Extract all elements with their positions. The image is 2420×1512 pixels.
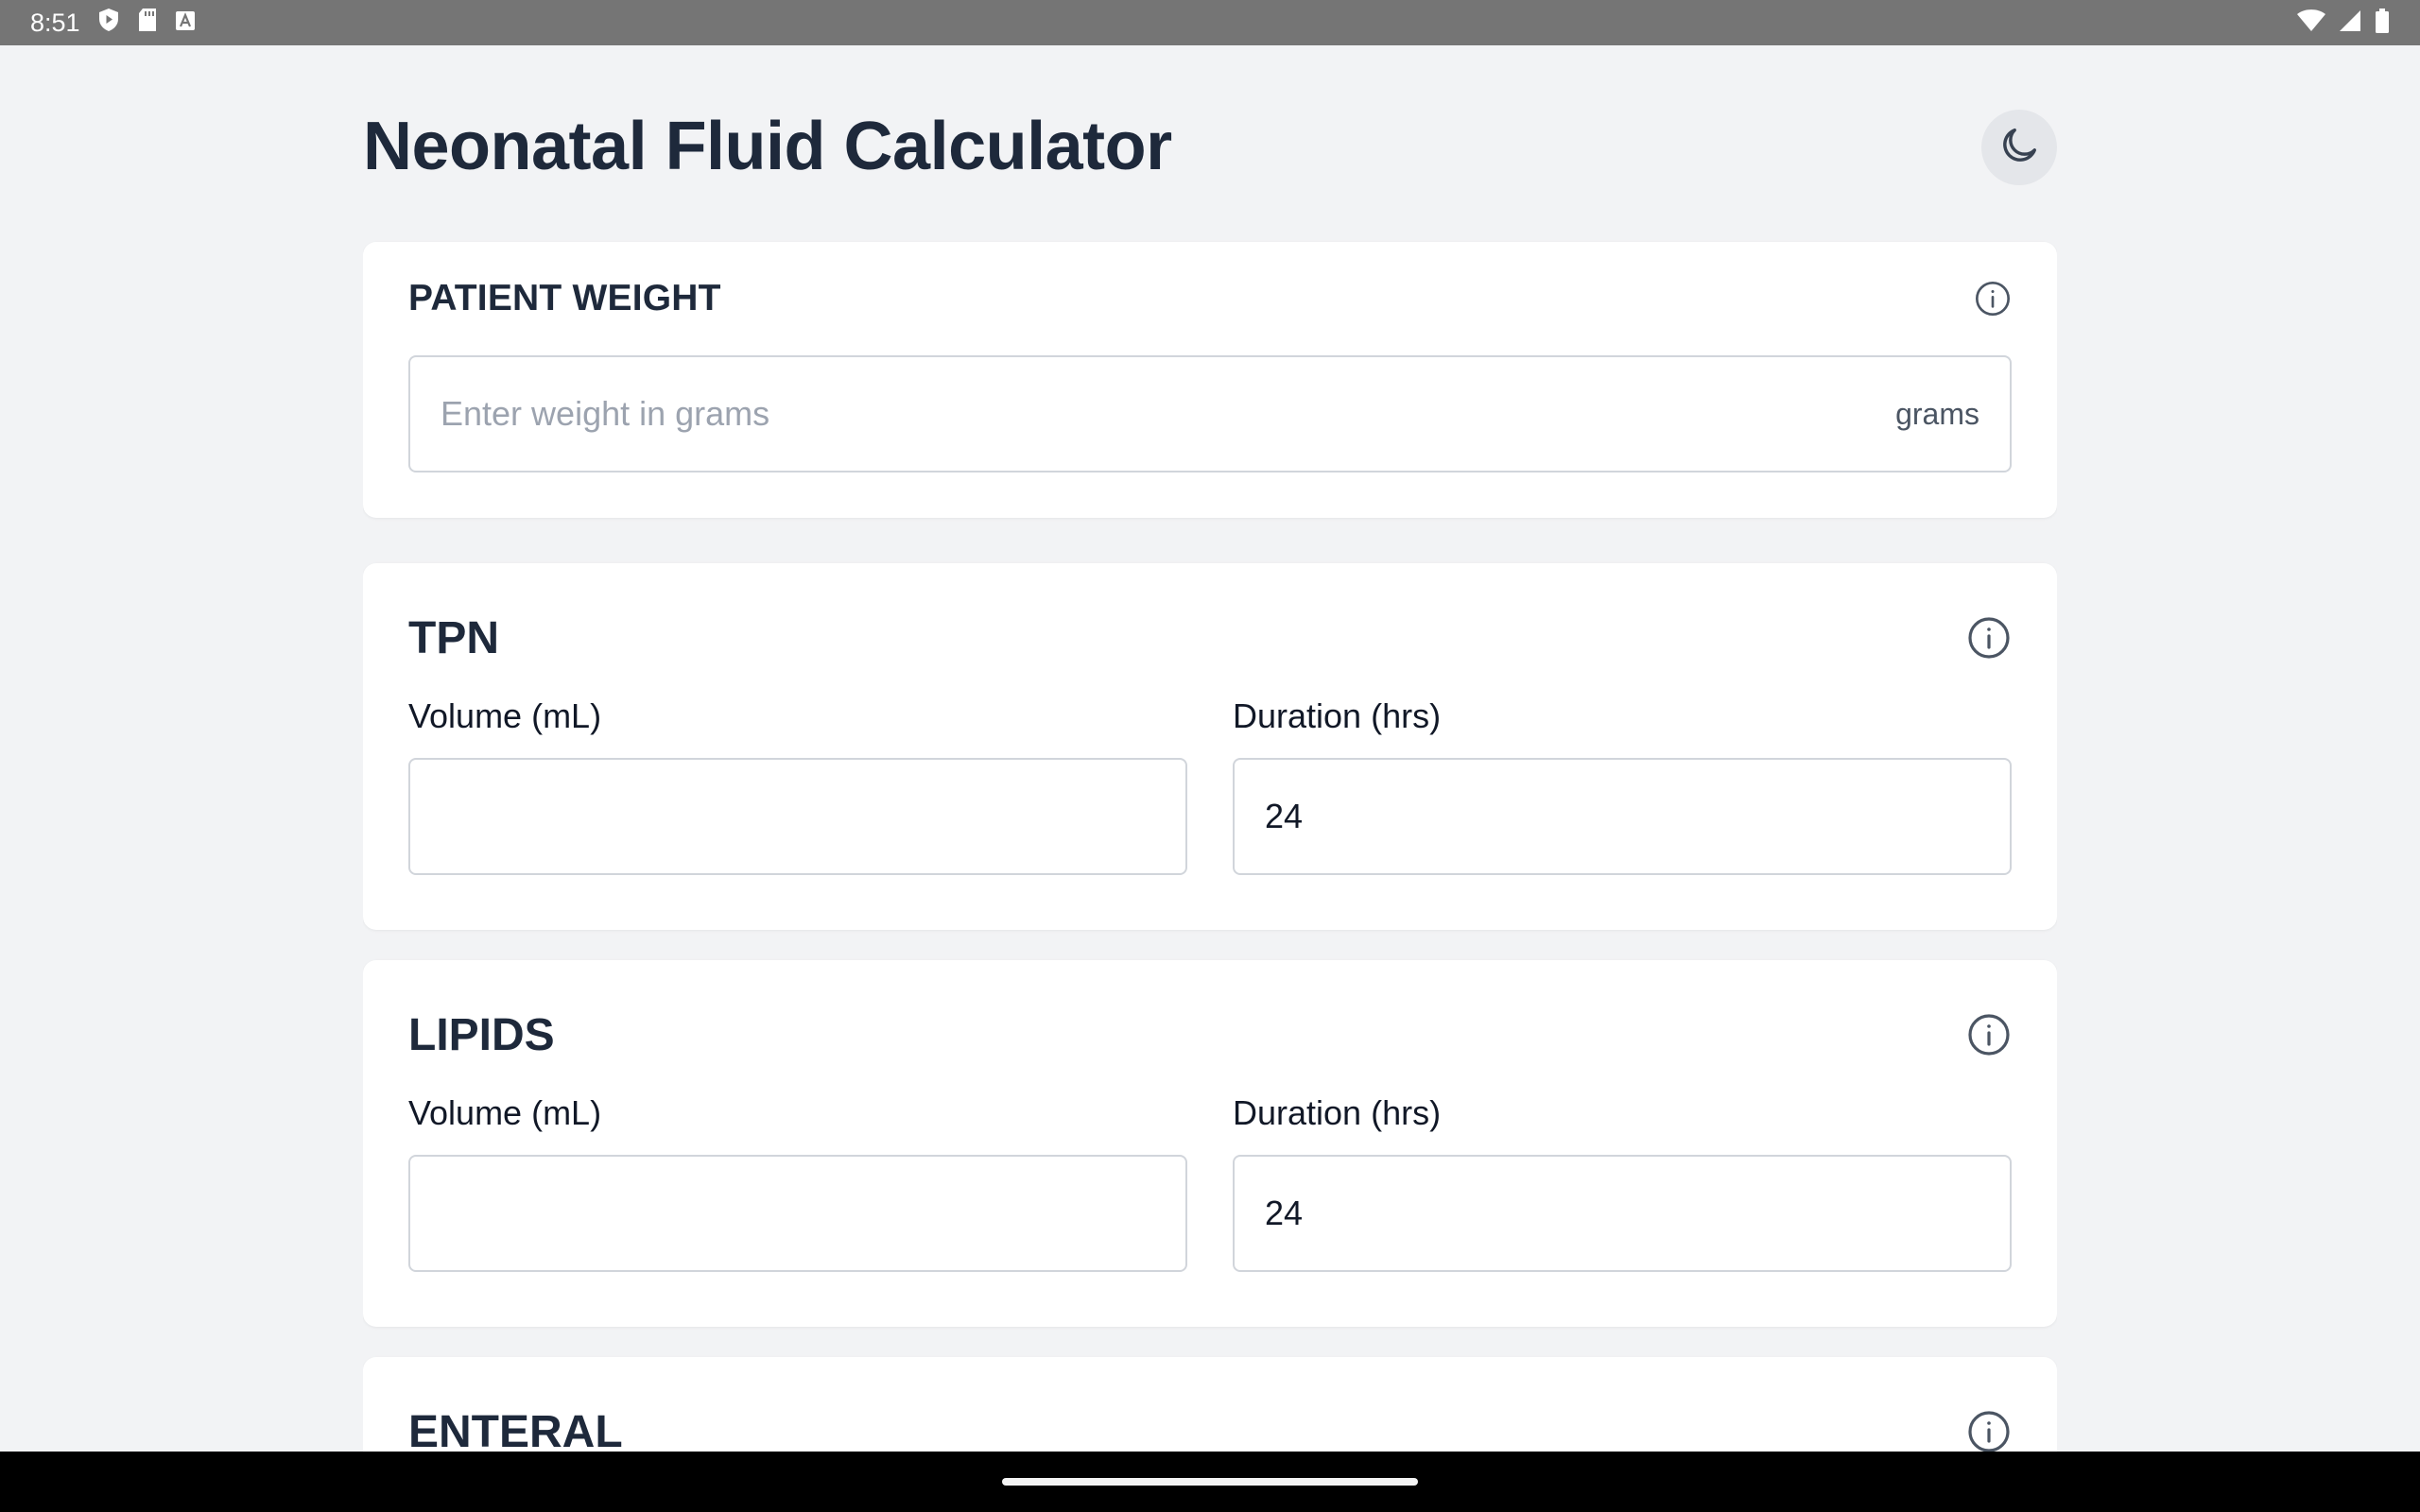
tpn-duration-field: Duration (hrs) bbox=[1233, 697, 2012, 875]
wifi-icon bbox=[2297, 9, 2325, 37]
weight-input[interactable] bbox=[441, 394, 1896, 434]
shield-play-icon bbox=[97, 8, 120, 39]
tpn-card: TPN Volume (mL) Duration (hrs) bbox=[363, 563, 2057, 930]
lipids-volume-field: Volume (mL) bbox=[408, 1094, 1187, 1272]
info-icon[interactable] bbox=[1966, 1409, 2012, 1452]
page-title: Neonatal Fluid Calculator bbox=[363, 109, 1172, 184]
info-icon[interactable] bbox=[1966, 615, 2012, 661]
status-time: 8:51 bbox=[30, 8, 80, 37]
lipids-card: LIPIDS Volume (mL) Duration (hrs) bbox=[363, 960, 2057, 1327]
tpn-volume-label: Volume (mL) bbox=[408, 696, 602, 735]
sd-card-icon bbox=[137, 8, 158, 39]
tpn-volume-box[interactable] bbox=[408, 758, 1187, 875]
weight-unit: grams bbox=[1895, 396, 1979, 431]
lipids-duration-input[interactable] bbox=[1265, 1194, 1979, 1233]
status-bar-left: 8:51 bbox=[30, 8, 196, 39]
weight-field[interactable]: grams bbox=[408, 355, 2012, 472]
main-content: Neonatal Fluid Calculator PATIENT WEIGHT… bbox=[363, 45, 2057, 1452]
enteral-title: ENTERAL bbox=[408, 1406, 623, 1452]
tpn-title: TPN bbox=[408, 612, 499, 663]
patient-weight-card: PATIENT WEIGHT grams bbox=[363, 242, 2057, 518]
info-icon[interactable] bbox=[1966, 1012, 2012, 1057]
status-bar-right bbox=[2297, 8, 2390, 38]
tpn-volume-input[interactable] bbox=[441, 797, 1155, 836]
lipids-volume-input[interactable] bbox=[441, 1194, 1155, 1233]
lipids-duration-field: Duration (hrs) bbox=[1233, 1094, 2012, 1272]
tpn-duration-input[interactable] bbox=[1265, 797, 1979, 836]
enteral-card: ENTERAL bbox=[363, 1357, 2057, 1452]
status-bar: 8:51 bbox=[0, 0, 2420, 45]
patient-weight-label: PATIENT WEIGHT bbox=[408, 278, 721, 318]
info-icon[interactable] bbox=[1974, 280, 2012, 318]
gesture-handle[interactable] bbox=[1002, 1478, 1418, 1486]
theme-toggle-button[interactable] bbox=[1981, 110, 2057, 185]
lipids-title: LIPIDS bbox=[408, 1009, 555, 1060]
lipids-volume-label: Volume (mL) bbox=[408, 1093, 602, 1132]
lipids-duration-box[interactable] bbox=[1233, 1155, 2012, 1272]
tpn-duration-label: Duration (hrs) bbox=[1233, 696, 1442, 735]
moon-icon bbox=[1997, 124, 2041, 172]
lipids-duration-label: Duration (hrs) bbox=[1233, 1093, 1442, 1132]
signal-icon bbox=[2339, 9, 2361, 37]
app-header: Neonatal Fluid Calculator bbox=[363, 45, 2057, 242]
tpn-duration-box[interactable] bbox=[1233, 758, 2012, 875]
tpn-volume-field: Volume (mL) bbox=[408, 697, 1187, 875]
keyboard-a-icon bbox=[175, 9, 196, 38]
navigation-bar bbox=[0, 1452, 2420, 1512]
lipids-volume-box[interactable] bbox=[408, 1155, 1187, 1272]
battery-icon bbox=[2375, 8, 2390, 38]
